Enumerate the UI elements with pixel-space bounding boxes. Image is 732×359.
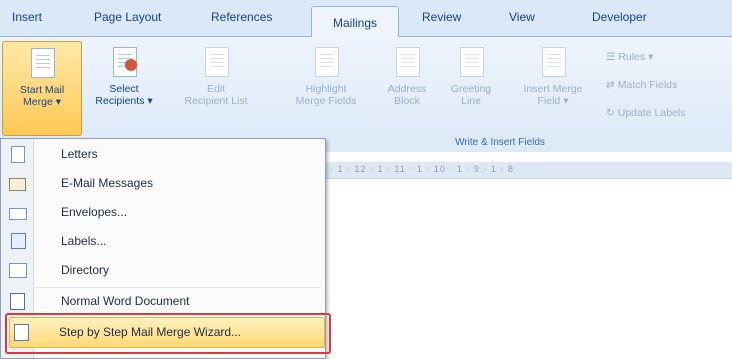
select-recipients-label-1: Select bbox=[109, 83, 139, 95]
edit-recipient-list-button[interactable]: Edit Recipient List bbox=[168, 45, 264, 107]
update-labels-label: Update Labels bbox=[617, 107, 686, 119]
group-label-write-insert: Write & Insert Fields bbox=[455, 137, 545, 148]
menu-item-normal-word-document[interactable]: Normal Word Document bbox=[1, 288, 323, 314]
envelope-icon bbox=[9, 204, 27, 220]
tab-insert[interactable]: Insert bbox=[12, 10, 42, 24]
select-recipients-button[interactable]: Select Recipients ▾ bbox=[82, 45, 166, 107]
match-fields-icon: ⇄ bbox=[606, 79, 615, 91]
update-labels-icon: ↻ bbox=[606, 107, 615, 119]
greeting-line-label-2: Line bbox=[461, 95, 481, 107]
menu-item-envelopes-label: Envelopes... bbox=[61, 205, 128, 219]
greeting-line-button[interactable]: Greeting Line bbox=[440, 45, 502, 107]
menu-item-envelopes[interactable]: Envelopes... bbox=[1, 199, 323, 225]
select-recipients-label-2: Recipients ▾ bbox=[95, 95, 153, 107]
match-fields-label: Match Fields bbox=[617, 79, 678, 91]
menu-item-directory[interactable]: Directory bbox=[1, 257, 323, 283]
highlight-merge-fields-button[interactable]: Highlight Merge Fields bbox=[282, 45, 370, 107]
menu-item-email-messages-label: E-Mail Messages bbox=[61, 176, 154, 190]
tab-mailings-label: Mailings bbox=[332, 15, 377, 30]
match-fields-button[interactable]: ⇄ Match Fields bbox=[606, 79, 677, 91]
insert-merge-field-icon bbox=[538, 45, 568, 79]
address-block-icon bbox=[392, 45, 422, 79]
rules-label: Rules ▾ bbox=[618, 51, 654, 63]
insert-merge-field-label-1: Insert Merge bbox=[523, 83, 583, 95]
tab-view[interactable]: View bbox=[509, 10, 535, 24]
email-icon bbox=[9, 175, 27, 191]
start-mail-merge-label-1: Start Mail bbox=[19, 84, 65, 96]
menu-item-directory-label: Directory bbox=[61, 263, 110, 277]
menu-item-labels[interactable]: Labels... bbox=[1, 228, 323, 254]
insert-merge-field-button[interactable]: Insert Merge Field ▾ bbox=[505, 45, 601, 107]
insert-merge-field-label-2: Field ▾ bbox=[537, 95, 569, 107]
highlight-merge-fields-label-2: Merge Fields bbox=[295, 95, 357, 107]
edit-recipient-list-label-1: Edit bbox=[206, 83, 226, 95]
greeting-line-icon bbox=[456, 45, 486, 79]
ruler-marks: · 1 · 12 · 1 · 11 · 1 · 10 · 1 · 9 · 1 ·… bbox=[330, 164, 514, 174]
letters-icon bbox=[9, 146, 27, 163]
edit-recipient-list-icon bbox=[201, 45, 231, 79]
tab-developer[interactable]: Developer bbox=[592, 10, 647, 24]
menu-item-normal-word-document-label: Normal Word Document bbox=[61, 294, 190, 308]
highlight-box bbox=[5, 313, 331, 354]
select-recipients-icon bbox=[109, 45, 139, 79]
edit-recipient-list-label-2: Recipient List bbox=[184, 95, 248, 107]
menu-item-letters[interactable]: Letters bbox=[1, 141, 323, 167]
address-block-label-1: Address bbox=[387, 83, 427, 95]
menu-item-letters-label: Letters bbox=[61, 147, 98, 161]
normal-document-icon bbox=[9, 293, 27, 310]
tab-page-layout[interactable]: Page Layout bbox=[94, 10, 161, 24]
address-block-button[interactable]: Address Block bbox=[376, 45, 438, 107]
directory-icon bbox=[9, 262, 27, 278]
highlight-merge-fields-label-1: Highlight bbox=[305, 83, 347, 95]
update-labels-button[interactable]: ↻ Update Labels bbox=[606, 107, 685, 119]
tab-review[interactable]: Review bbox=[422, 10, 461, 24]
labels-icon bbox=[9, 233, 27, 249]
tab-references[interactable]: References bbox=[211, 10, 272, 24]
highlight-merge-fields-icon bbox=[311, 45, 341, 79]
ribbon-panel: Start Mail Merge ▾ Select Recipients ▾ E… bbox=[0, 37, 732, 152]
start-mail-merge-icon bbox=[27, 46, 57, 80]
horizontal-ruler: · 1 · 12 · 1 · 11 · 1 · 10 · 1 · 9 · 1 ·… bbox=[320, 162, 732, 179]
rules-button[interactable]: ☰ Rules ▾ bbox=[606, 51, 653, 63]
tab-mailings[interactable]: Mailings bbox=[311, 6, 399, 38]
rules-icon: ☰ bbox=[606, 51, 616, 63]
address-block-label-2: Block bbox=[394, 95, 420, 107]
start-mail-merge-label-2: Merge ▾ bbox=[23, 96, 61, 108]
greeting-line-label-1: Greeting bbox=[450, 83, 492, 95]
menu-item-labels-label: Labels... bbox=[61, 234, 107, 248]
ribbon-tab-bar: Insert Page Layout References Mailings R… bbox=[0, 0, 732, 38]
menu-item-email-messages[interactable]: E-Mail Messages bbox=[1, 170, 323, 196]
start-mail-merge-button[interactable]: Start Mail Merge ▾ bbox=[2, 41, 82, 136]
